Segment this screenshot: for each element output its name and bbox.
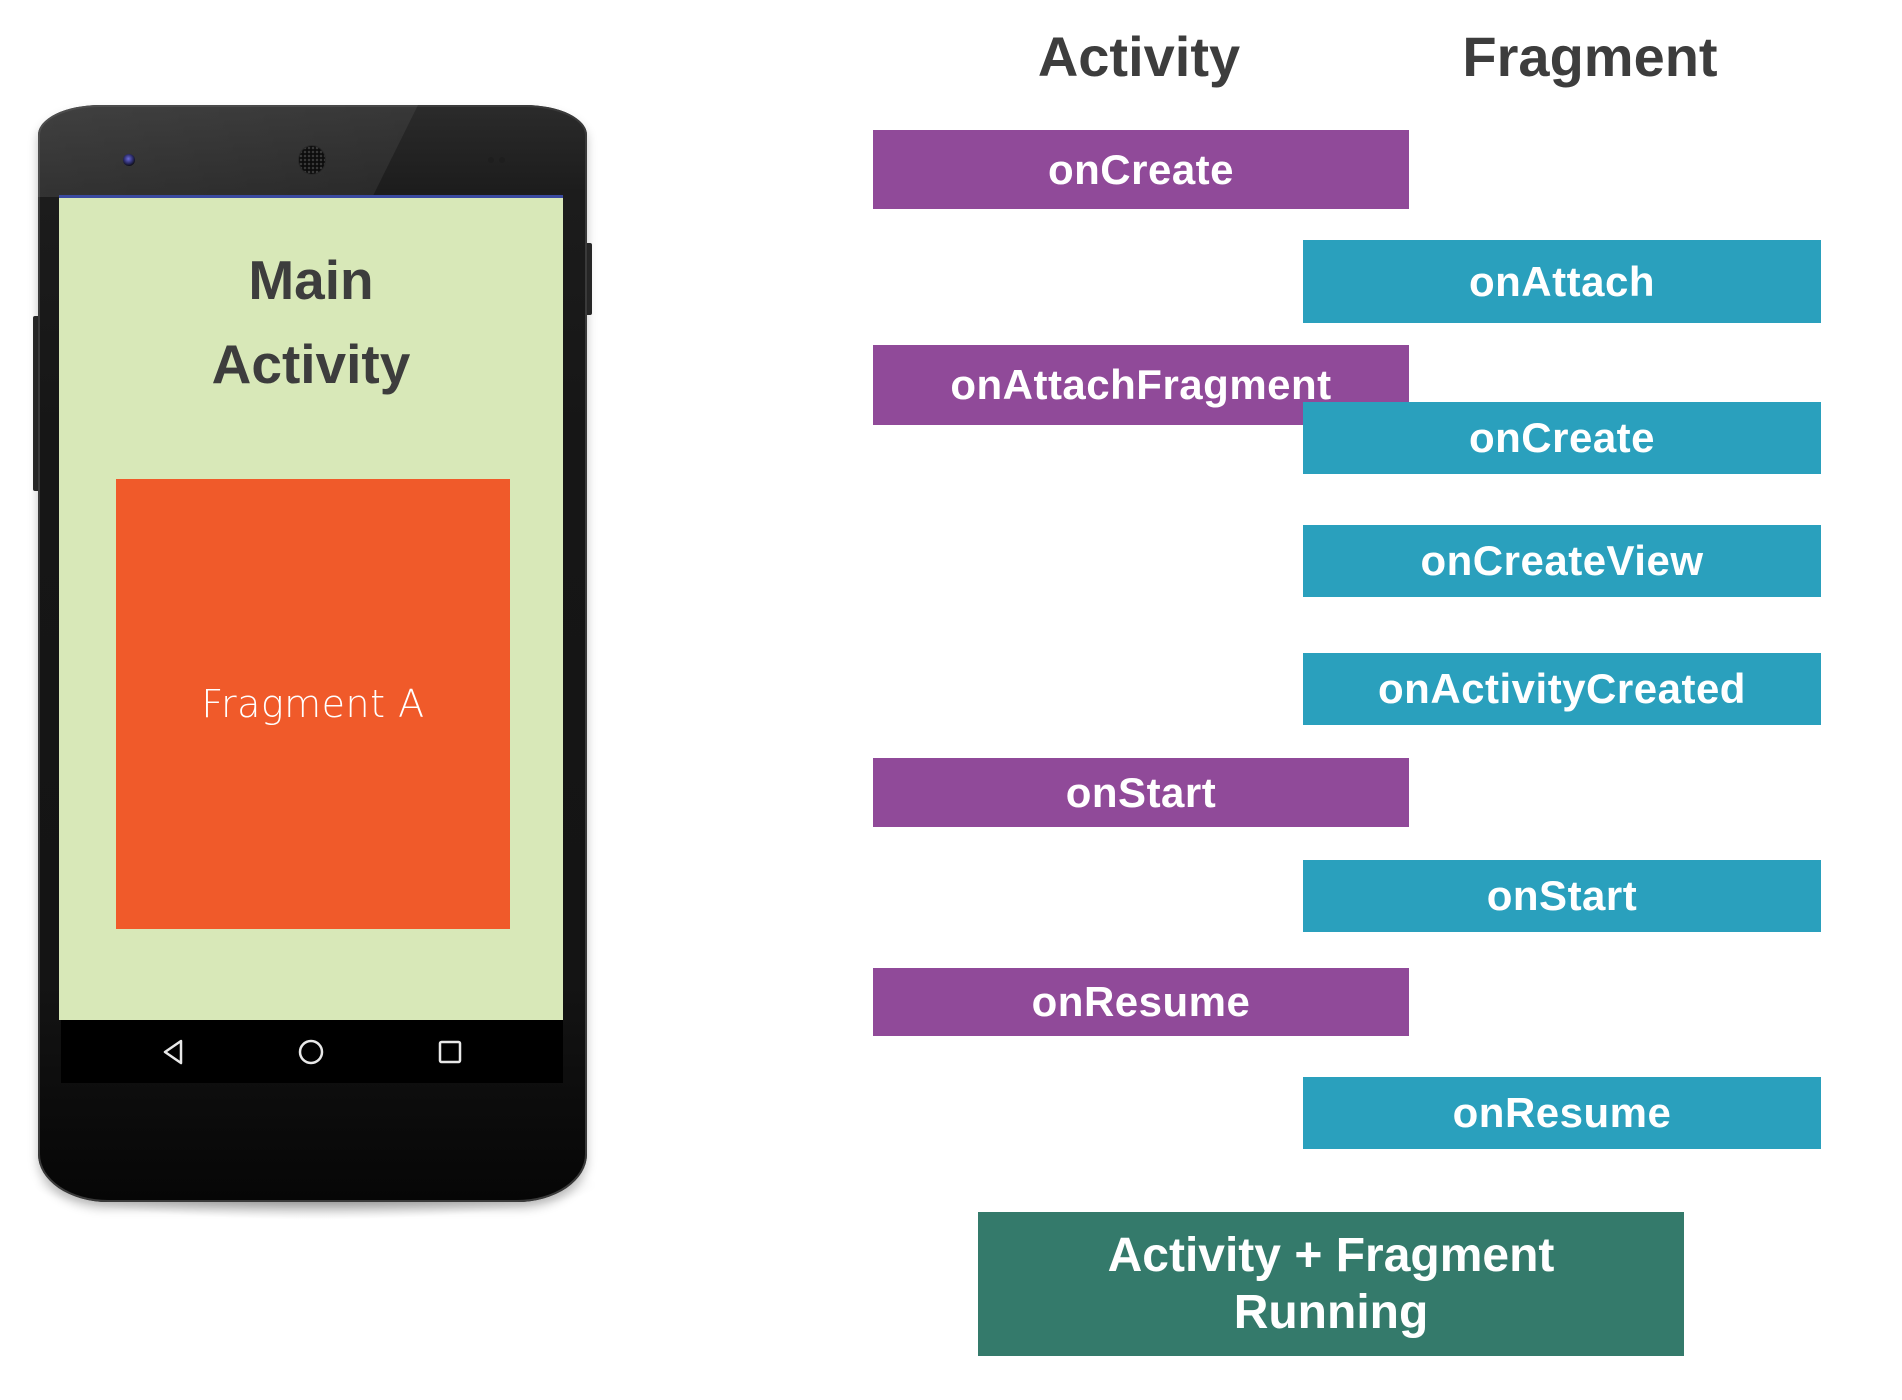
fragment-onstart-step: onStart [1303,860,1821,932]
running-state-box: Activity + Fragment Running [978,1212,1684,1356]
phone-screen: Main Activity Fragment A [59,195,563,1020]
nav-recents-button[interactable] [420,1020,480,1083]
fragment-a-container: Fragment A [116,479,510,929]
fragment-onresume-step: onResume [1303,1077,1821,1149]
back-triangle-icon [163,1039,183,1064]
light-sensor-icon [499,157,505,163]
fragment-oncreate-step: onCreate [1303,402,1821,474]
nav-back-button[interactable] [143,1020,203,1083]
activity-onresume-step: onResume [873,968,1409,1036]
earpiece-speaker-icon [299,146,325,174]
recents-square-icon [438,1040,462,1063]
activity-column-heading: Activity [1037,25,1241,88]
fragment-oncreateview-step: onCreateView [1303,525,1821,597]
main-activity-title-line2: Activity [211,333,411,395]
nav-home-button[interactable] [281,1020,341,1083]
main-activity-title: Main Activity [59,238,563,406]
fragment-a-label: Fragment A [201,682,425,726]
main-activity-title-line1: Main [248,249,374,311]
fragment-onactivitycreated-step: onActivityCreated [1303,653,1821,725]
home-circle-icon [298,1039,324,1064]
fragment-column-heading: Fragment [1462,25,1718,88]
running-state-line1: Activity + Fragment [1107,1229,1555,1282]
activity-oncreate-step: onCreate [873,130,1409,209]
proximity-sensor-icon [488,157,494,163]
activity-onstart-step: onStart [873,758,1409,827]
fragment-onattach-step: onAttach [1303,240,1821,323]
android-nav-bar [61,1020,563,1083]
running-state-line2: Running [1233,1286,1429,1339]
front-camera-icon [123,154,135,166]
phone-glare [38,105,418,197]
